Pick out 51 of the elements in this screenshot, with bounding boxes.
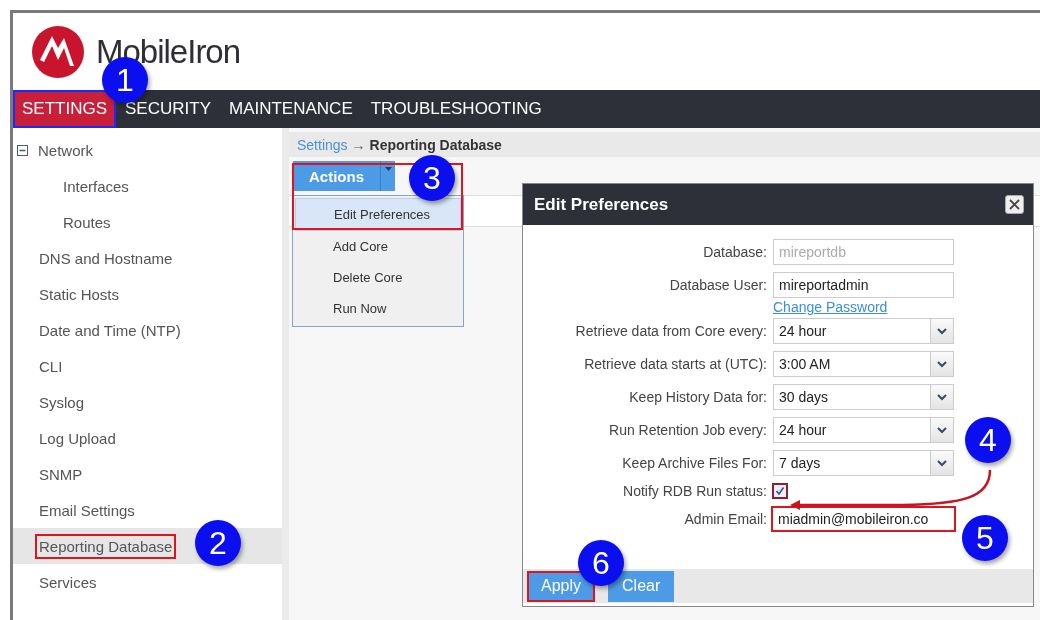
chevron-down-icon [937, 360, 947, 368]
field-label: Notify RDB Run status: [622, 483, 767, 499]
close-button[interactable] [1005, 195, 1024, 214]
sidebar-item[interactable]: Syslog [13, 384, 282, 420]
nav-tab[interactable]: MAINTENANCE [220, 90, 362, 128]
caret-icon [384, 167, 392, 172]
sidebar-item[interactable]: SNMP [13, 456, 282, 492]
field-label: Database: [702, 244, 767, 260]
sidebar-item[interactable]: Date and Time (NTP) [13, 312, 282, 348]
menu-item[interactable]: Add Core [295, 231, 461, 262]
checkmark-icon [775, 486, 785, 496]
close-icon [1009, 199, 1020, 210]
field-label: Database User: [668, 277, 767, 293]
change-password-link[interactable]: Change Password [773, 299, 888, 317]
sidebar-item[interactable]: Network [13, 132, 282, 168]
dropdown-field[interactable]: 30 days [773, 384, 954, 410]
collapse-icon[interactable] [17, 144, 28, 156]
sidebar-item[interactable]: Services [13, 564, 282, 600]
dropdown-field[interactable]: 3:00 AM [773, 351, 954, 377]
logo-icon [32, 25, 84, 78]
dropdown-field[interactable]: 24 hour [773, 318, 954, 344]
breadcrumb-separator: → [351, 136, 366, 153]
field-label: Run Retention Job every: [608, 422, 767, 438]
dropdown-field[interactable]: 7 days [773, 450, 954, 476]
chevron-down-icon [937, 327, 947, 335]
text-field[interactable]: miadmin@mobileiron.co [771, 506, 956, 532]
field-label: Retrieve data from Core every: [574, 323, 767, 339]
checkbox[interactable] [772, 483, 788, 499]
menu-item[interactable]: Edit Preferences [295, 198, 461, 231]
sidebar-item[interactable]: Interfaces [13, 168, 282, 204]
sidebar-item[interactable]: Static Hosts [13, 276, 282, 312]
menu-item[interactable]: Run Now [295, 293, 461, 324]
sidebar-item[interactable]: Log Upload [13, 420, 282, 456]
sidebar-item[interactable]: CLI [13, 348, 282, 384]
field-label: Keep Archive Files For: [621, 455, 767, 471]
dialog-title: Edit Preferences [534, 194, 669, 215]
chevron-down-icon [937, 426, 947, 434]
nav-tab[interactable]: TROUBLESHOOTING [361, 90, 551, 128]
sidebar-item[interactable]: DNS and Hostname [13, 240, 282, 276]
dropdown-field[interactable]: 24 hour [773, 417, 954, 443]
text-field[interactable]: mireportadmin [773, 272, 954, 298]
dropdown-toggle[interactable] [380, 161, 395, 191]
chevron-down-icon [937, 459, 947, 467]
field-label: Retrieve data starts at (UTC): [583, 356, 767, 372]
field-label: Keep History Data for: [628, 389, 767, 405]
nav-tab[interactable]: SETTINGS [13, 90, 116, 128]
menu-item[interactable]: Delete Core [295, 262, 461, 293]
sidebar-item[interactable]: Routes [13, 204, 282, 240]
field-label: Admin Email: [683, 511, 767, 527]
breadcrumb-current: Reporting Database [369, 136, 502, 153]
chevron-down-icon [937, 393, 947, 401]
